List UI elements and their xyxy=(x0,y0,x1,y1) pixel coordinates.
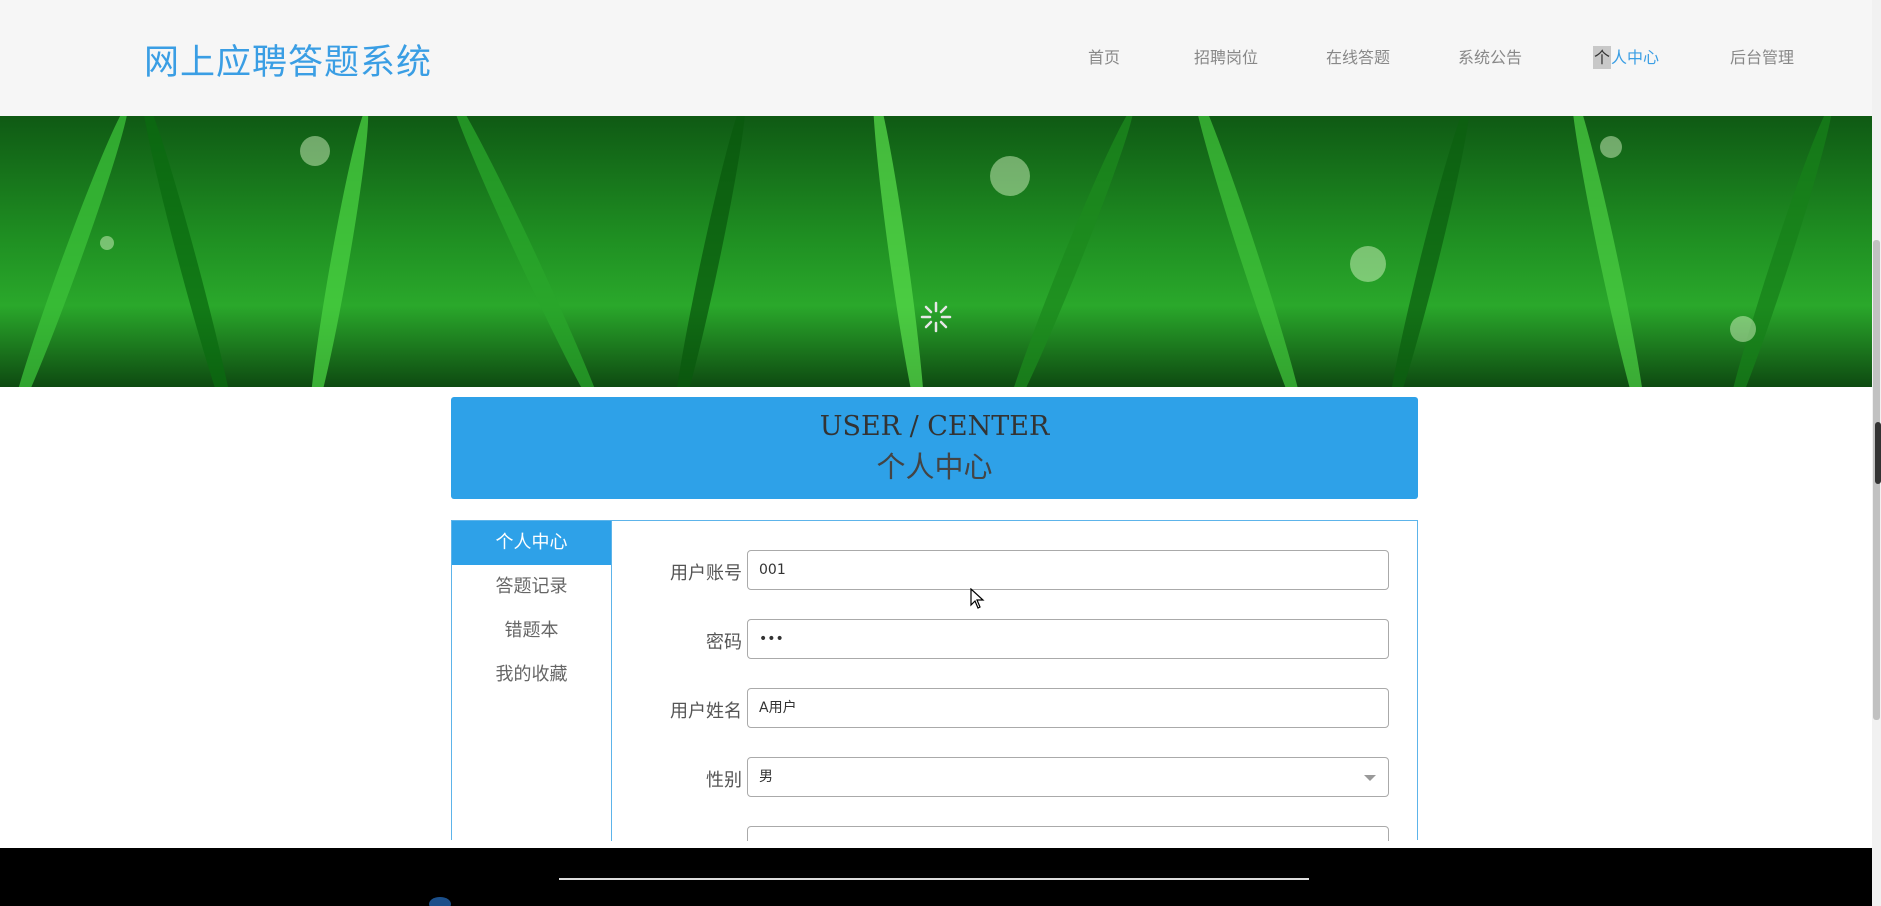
account-field[interactable]: 001 xyxy=(747,550,1389,590)
password-label: 密码 xyxy=(706,632,742,653)
sidebar: 个人中心 答题记录 错题本 我的收藏 xyxy=(452,521,612,841)
grass-blade xyxy=(1717,116,1841,387)
nav-online-quiz[interactable]: 在线答题 xyxy=(1326,44,1390,68)
banner-image xyxy=(0,116,1872,387)
form-row-password: 密码 ••• xyxy=(612,619,1419,659)
user-center-titlebar: USER / CENTER 个人中心 xyxy=(451,397,1418,499)
site-title[interactable]: 网上应聘答题系统 xyxy=(144,34,432,85)
footer-divider xyxy=(559,878,1309,880)
nav-user-center-label: 人中心 xyxy=(1611,48,1660,67)
form-row-name: 用户姓名 A用户 xyxy=(612,688,1419,728)
water-droplet xyxy=(1600,136,1622,158)
sidebar-item-favorites[interactable]: 我的收藏 xyxy=(452,653,611,697)
water-droplet xyxy=(1730,316,1756,342)
name-field[interactable]: A用户 xyxy=(747,688,1389,728)
water-droplet xyxy=(990,156,1030,196)
form-row-next xyxy=(612,826,1419,841)
grass-blade xyxy=(2,116,136,387)
scrollbar-grip[interactable] xyxy=(1875,422,1881,484)
name-label: 用户姓名 xyxy=(670,701,742,722)
grass-blade xyxy=(664,116,754,387)
form-row-gender: 性别 男 xyxy=(612,757,1419,797)
nav-notices[interactable]: 系统公告 xyxy=(1458,44,1522,68)
grass-blade xyxy=(1380,116,1478,387)
nav-user-center-highlight: 个 xyxy=(1593,46,1612,69)
water-droplet xyxy=(100,236,114,250)
water-droplet xyxy=(1350,246,1386,282)
sidebar-item-user-center[interactable]: 个人中心 xyxy=(452,521,611,565)
page: 网上应聘答题系统 首页 招聘岗位 在线答题 系统公告 个人中心 后台管理 USE… xyxy=(0,0,1881,906)
top-header: 网上应聘答题系统 首页 招聘岗位 在线答题 系统公告 个人中心 后台管理 xyxy=(0,0,1872,116)
sidebar-item-answer-records[interactable]: 答题记录 xyxy=(452,565,611,609)
nav-jobs[interactable]: 招聘岗位 xyxy=(1194,44,1258,68)
grass-blade xyxy=(442,116,616,387)
password-field[interactable]: ••• xyxy=(747,619,1389,659)
form-row-account: 用户账号 001 xyxy=(612,550,1419,590)
gender-select[interactable]: 男 xyxy=(747,757,1389,797)
water-droplet xyxy=(300,136,330,166)
loading-spinner-icon xyxy=(920,301,952,333)
nav-admin[interactable]: 后台管理 xyxy=(1730,44,1794,68)
grass-blade xyxy=(133,116,245,387)
nav-user-center[interactable]: 个人中心 xyxy=(1593,44,1660,69)
footer-logo-partial xyxy=(429,897,451,906)
grass-blade xyxy=(865,116,933,387)
footer xyxy=(0,848,1872,906)
page-scrollbar[interactable] xyxy=(1872,0,1881,906)
grass-blade xyxy=(996,116,1142,387)
next-field-partial[interactable] xyxy=(747,826,1389,841)
sidebar-item-mistake-book[interactable]: 错题本 xyxy=(452,609,611,653)
nav-home[interactable]: 首页 xyxy=(1088,44,1120,68)
titlebar-chinese: 个人中心 xyxy=(876,450,993,484)
gender-label: 性别 xyxy=(706,770,742,791)
titlebar-english: USER / CENTER xyxy=(819,411,1050,442)
user-center-panel: 个人中心 答题记录 错题本 我的收藏 用户账号 001 密码 ••• 用户姓名 … xyxy=(451,520,1419,841)
mouse-cursor-icon xyxy=(970,588,985,609)
account-label: 用户账号 xyxy=(670,563,742,584)
grass-blade xyxy=(1184,116,1314,387)
